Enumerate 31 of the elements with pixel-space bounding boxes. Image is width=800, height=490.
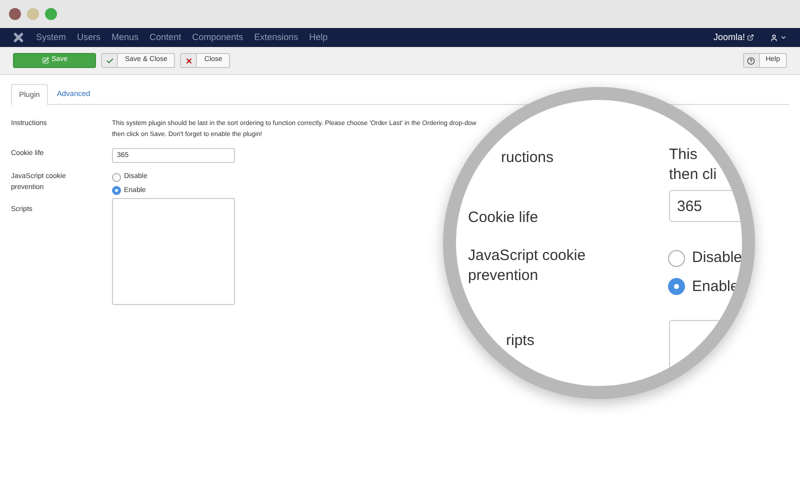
help-icon (747, 56, 756, 64)
field-label: ructions (501, 148, 554, 168)
menu-item[interactable]: Content (150, 30, 182, 44)
menu-item[interactable]: Extensions (254, 30, 298, 44)
site-link[interactable]: Joomla! (713, 30, 745, 44)
scripts-field[interactable] (112, 198, 235, 305)
caret-icon[interactable] (780, 34, 787, 41)
menu-item[interactable]: Users (77, 30, 101, 44)
radio-button[interactable] (112, 172, 121, 182)
menu-item[interactable]: Components (192, 30, 244, 44)
user-icon[interactable] (770, 34, 778, 42)
external-link-icon (747, 34, 754, 41)
instructions-text: then cli (669, 165, 717, 185)
radio-label: Disable (692, 248, 742, 268)
field-label: Cookie life (468, 208, 538, 228)
instructions-text: This (669, 145, 698, 165)
close-window-icon[interactable] (9, 8, 21, 20)
radio-button[interactable] (668, 278, 685, 296)
joomla-logo-icon[interactable] (13, 32, 24, 43)
close-icon (184, 56, 193, 64)
menu-item[interactable]: System (36, 30, 66, 44)
radio-button[interactable] (668, 250, 685, 267)
maximize-window-icon[interactable] (45, 8, 57, 20)
field-label: JavaScript cookie prevention (468, 246, 587, 286)
radio-button[interactable] (112, 186, 121, 196)
cookie-life-field[interactable]: 365 (669, 190, 742, 222)
check-icon (106, 56, 114, 64)
menu-item[interactable]: Help (309, 30, 328, 44)
menu-item[interactable]: Menus (112, 30, 139, 44)
edit-icon (42, 57, 49, 64)
field-label: ripts (506, 331, 534, 351)
